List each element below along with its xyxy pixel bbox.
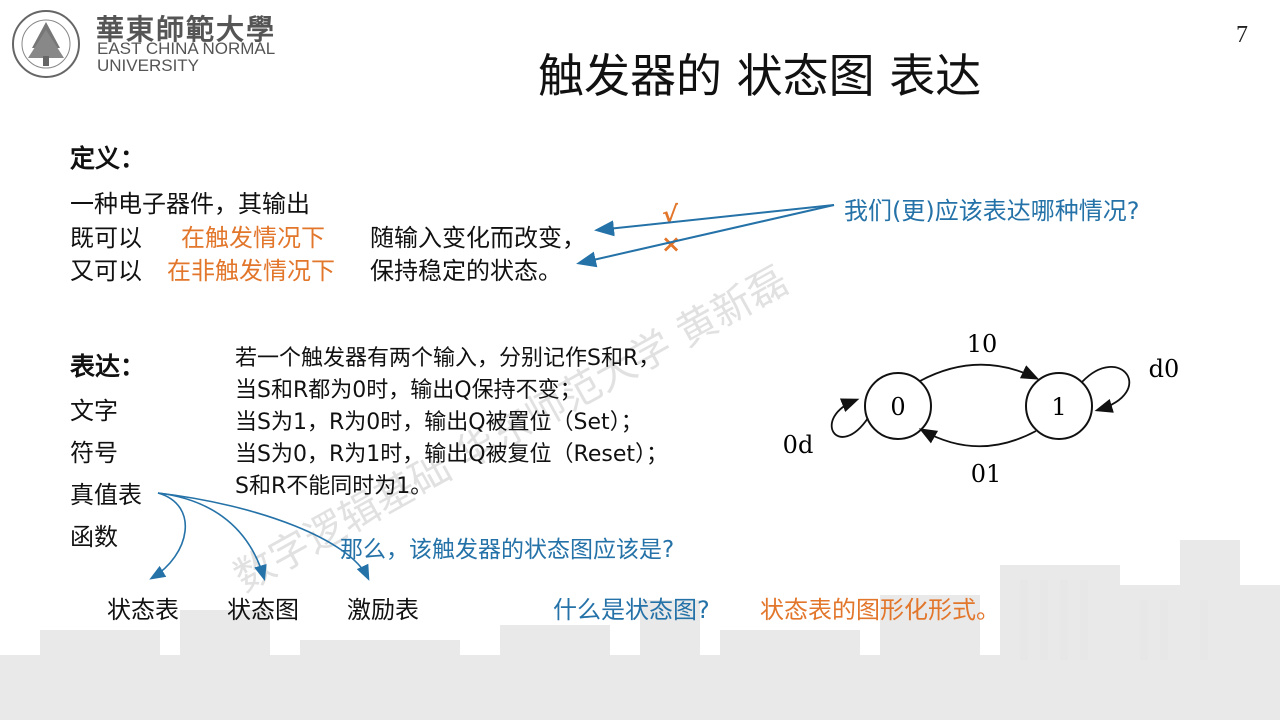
transition-label-0d: 0d: [783, 431, 814, 459]
transition-label-d0: d0: [1149, 355, 1180, 383]
transition-0-self-loop: [830, 398, 869, 438]
state-label-1: 1: [1051, 393, 1066, 421]
state-label-0: 0: [890, 393, 905, 421]
transition-label-10: 10: [967, 330, 998, 358]
transition-1-to-0: [918, 428, 1037, 448]
transition-0-to-1: [919, 363, 1040, 382]
state-diagram: 0 1 10 01 0d d0: [783, 330, 1180, 488]
transition-label-01: 01: [971, 460, 1002, 488]
slide-content: 華東師範大學 EAST CHINA NORMAL UNIVERSITY 7 触发…: [0, 0, 1280, 720]
